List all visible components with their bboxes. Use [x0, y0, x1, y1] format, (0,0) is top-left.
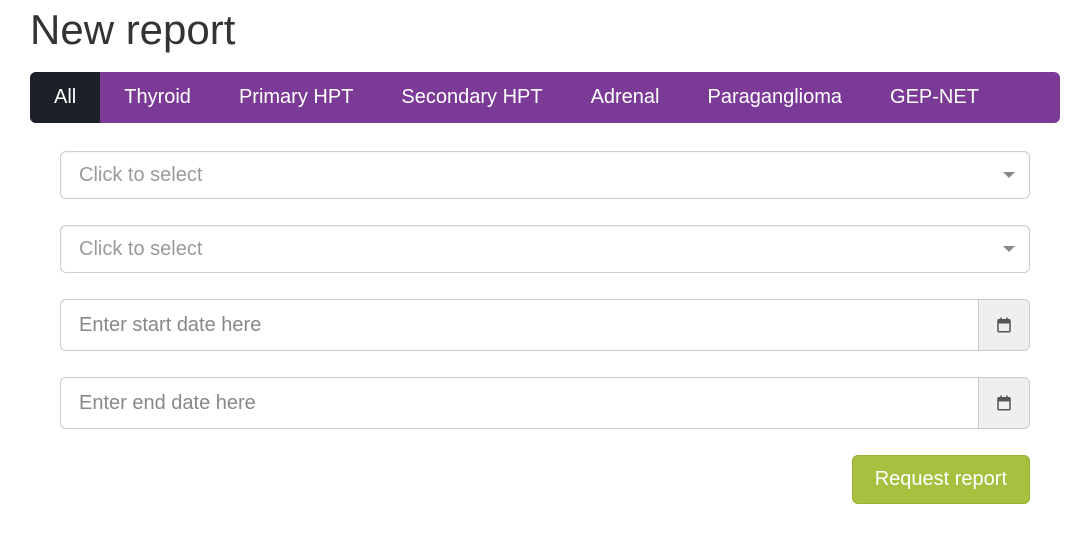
select-placeholder: Click to select: [79, 164, 202, 187]
start-date-picker-button[interactable]: [978, 299, 1030, 351]
end-date-row: [60, 377, 1030, 429]
tab-primary-hpt[interactable]: Primary HPT: [215, 72, 377, 123]
select-field-2[interactable]: Click to select: [60, 225, 1030, 273]
report-form: Click to select Click to select Request …: [30, 151, 1060, 504]
start-date-input[interactable]: [60, 299, 978, 351]
tab-paraganglioma[interactable]: Paraganglioma: [684, 72, 867, 123]
tab-secondary-hpt[interactable]: Secondary HPT: [377, 72, 566, 123]
request-report-button[interactable]: Request report: [852, 455, 1030, 504]
tab-adrenal[interactable]: Adrenal: [567, 72, 684, 123]
calendar-icon: [995, 394, 1013, 412]
end-date-picker-button[interactable]: [978, 377, 1030, 429]
category-tabs: All Thyroid Primary HPT Secondary HPT Ad…: [30, 72, 1060, 123]
start-date-row: [60, 299, 1030, 351]
select-placeholder: Click to select: [79, 238, 202, 261]
form-actions: Request report: [60, 455, 1030, 504]
select-field-1[interactable]: Click to select: [60, 151, 1030, 199]
tab-thyroid[interactable]: Thyroid: [100, 72, 215, 123]
tab-gep-net[interactable]: GEP-NET: [866, 72, 1003, 123]
page-title: New report: [30, 6, 1060, 54]
calendar-icon: [995, 316, 1013, 334]
caret-down-icon: [1003, 246, 1015, 252]
end-date-input[interactable]: [60, 377, 978, 429]
caret-down-icon: [1003, 172, 1015, 178]
tab-all[interactable]: All: [30, 72, 100, 123]
